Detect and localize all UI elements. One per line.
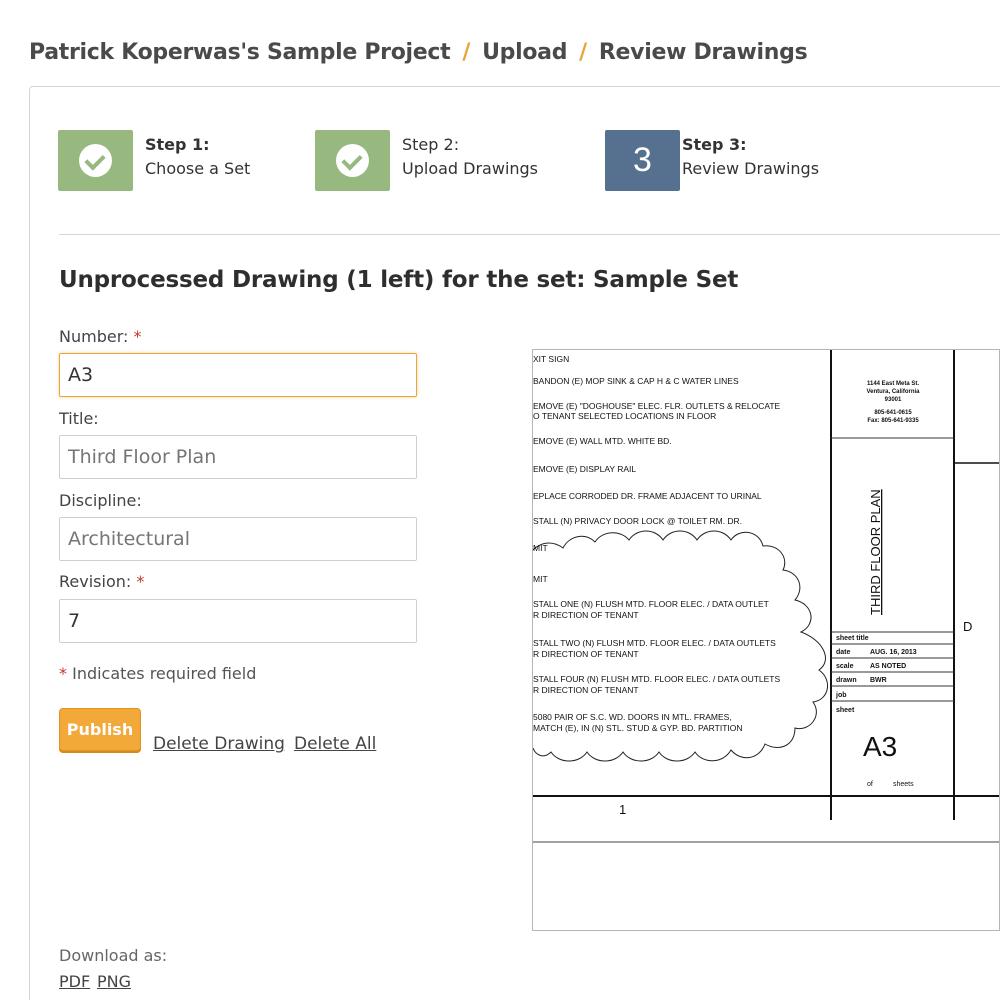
drawing-note: STALL TWO (N) FLUSH MTD. FLOOR ELEC. / D…	[533, 638, 776, 648]
drawn-value: BWR	[870, 677, 887, 684]
drawing-note: STALL (N) PRIVACY DOOR LOCK @ TOILET RM.…	[533, 516, 742, 526]
breadcrumb-separator: /	[579, 40, 587, 65]
required-asterisk: *	[133, 327, 142, 346]
drawing-note: EMOVE (E) "DOGHOUSE" ELEC. FLR. OUTLETS …	[533, 401, 781, 411]
sheets-label: sheets	[893, 781, 914, 788]
drawn-label: drawn	[836, 677, 857, 684]
title-input[interactable]	[59, 435, 417, 479]
drawing-sheet: XIT SIGN BANDON (E) MOP SINK & CAP H & C…	[533, 350, 999, 843]
sheet-label: sheet	[836, 707, 855, 714]
drawing-note: O TENANT SELECTED LOCATIONS IN FLOOR	[533, 411, 716, 421]
sheet-number: A3	[863, 731, 897, 762]
step-3-subtitle: Review Drawings	[682, 159, 820, 178]
breadcrumb-project-link[interactable]: Patrick Koperwas's Sample Project	[29, 40, 451, 65]
number-input[interactable]	[59, 353, 417, 397]
step-3-title: Step 3:	[682, 135, 747, 154]
of-label: of	[867, 781, 873, 788]
download-label: Download as:	[59, 946, 168, 965]
step-2-badge	[315, 130, 390, 191]
column-number: 1	[619, 802, 626, 817]
drawing-notes: XIT SIGN BANDON (E) MOP SINK & CAP H & C…	[533, 354, 781, 733]
drawing-note: MIT	[533, 574, 548, 584]
job-label: job	[835, 692, 847, 699]
address-line: 1144 East Meta St.	[867, 381, 919, 387]
drawing-note: R DIRECTION OF TENANT	[533, 649, 639, 659]
drawing-note: EMOVE (E) WALL MTD. WHITE BD.	[533, 436, 672, 446]
breadcrumb: Patrick Koperwas's Sample Project / Upload…	[29, 40, 808, 65]
step-1-title: Step 1:	[145, 135, 210, 154]
drawing-note: MIT	[533, 543, 548, 553]
required-field-note: * Indicates required field	[59, 664, 257, 683]
drawing-note: 5080 PAIR OF S.C. WD. DOORS IN MTL. FRAM…	[533, 712, 732, 722]
step-1-badge	[58, 130, 133, 191]
drawing-note: EMOVE (E) DISPLAY RAIL	[533, 464, 636, 474]
revision-label: Revision: *	[59, 572, 145, 591]
border-letter: D	[963, 619, 972, 634]
delete-drawing-link[interactable]: Delete Drawing	[153, 734, 285, 754]
address-line: Ventura, California	[866, 389, 920, 395]
sheet-title-label: sheet title	[836, 635, 869, 642]
drawing-note: BANDON (E) MOP SINK & CAP H & C WATER LI…	[533, 376, 739, 386]
required-asterisk: *	[136, 572, 145, 591]
drawing-note: XIT SIGN	[533, 354, 569, 364]
drawing-note: EPLACE CORRODED DR. FRAME ADJACENT TO UR…	[533, 491, 762, 501]
step-3-badge: 3	[605, 130, 680, 191]
date-value: AUG. 16, 2013	[870, 649, 917, 656]
publish-button[interactable]: Publish	[59, 708, 141, 751]
drawing-note: MATCH (E), IN (N) STL. STUD & GYP. BD. P…	[533, 723, 743, 733]
drawing-note: STALL ONE (N) FLUSH MTD. FLOOR ELEC. / D…	[533, 599, 769, 609]
scale-value: AS NOTED	[870, 663, 906, 670]
download-png-link[interactable]: PNG	[97, 972, 131, 991]
breadcrumb-separator: /	[462, 40, 471, 65]
checkmark-icon	[336, 144, 369, 177]
title-block: 1144 East Meta St. Ventura, California 9…	[831, 381, 954, 788]
step-1-subtitle: Choose a Set	[145, 159, 251, 178]
address-line: 93001	[885, 397, 902, 403]
drawing-note: R DIRECTION OF TENANT	[533, 610, 639, 620]
address-line: Fax: 805-641-9335	[867, 418, 919, 424]
date-label: date	[836, 649, 851, 656]
number-label: Number: *	[59, 327, 142, 346]
discipline-input[interactable]	[59, 517, 417, 561]
breadcrumb-upload-link[interactable]: Upload	[482, 40, 567, 65]
discipline-label: Discipline:	[59, 491, 142, 510]
drawing-preview[interactable]: XIT SIGN BANDON (E) MOP SINK & CAP H & C…	[532, 349, 1000, 931]
address-line: 805-641-0615	[874, 410, 912, 416]
vertical-sheet-title: THIRD FLOOR PLAN	[868, 489, 883, 615]
delete-all-link[interactable]: Delete All	[294, 734, 376, 754]
drawing-note: STALL FOUR (N) FLUSH MTD. FLOOR ELEC. / …	[533, 674, 780, 684]
breadcrumb-current: Review Drawings	[598, 40, 808, 65]
page-title: Unprocessed Drawing (1 left) for the set…	[59, 267, 739, 293]
download-pdf-link[interactable]: PDF	[59, 972, 90, 991]
checkmark-icon	[79, 144, 112, 177]
title-label: Title:	[59, 409, 99, 428]
drawing-note: R DIRECTION OF TENANT	[533, 685, 639, 695]
revision-input[interactable]	[59, 599, 417, 643]
step-2-title: Step 2:	[402, 135, 460, 154]
step-2-subtitle: Upload Drawings	[402, 159, 539, 178]
scale-label: scale	[836, 663, 854, 670]
divider	[59, 234, 1000, 235]
